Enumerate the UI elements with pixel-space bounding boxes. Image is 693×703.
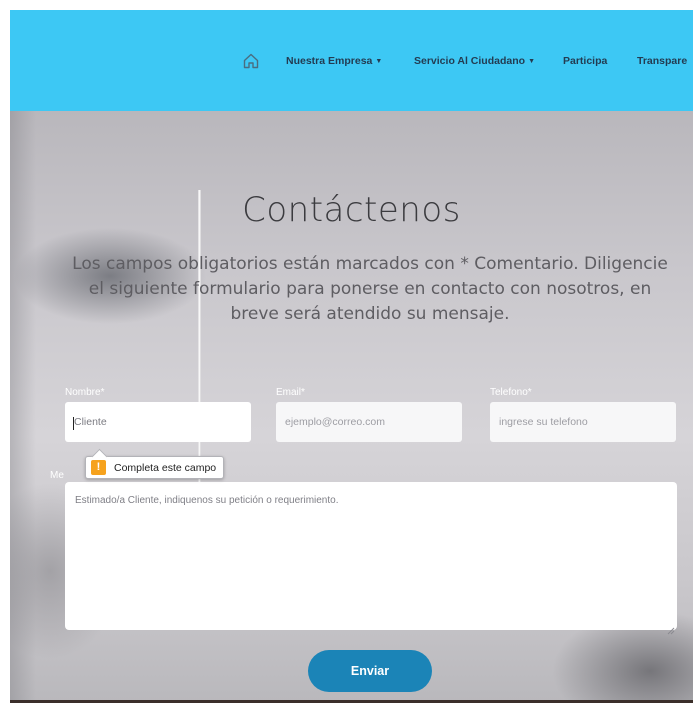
nav-item-transparencia[interactable]: Transpare xyxy=(637,55,687,67)
nav-label: Participa xyxy=(563,55,608,67)
message-label: Me xyxy=(50,470,64,481)
email-input[interactable] xyxy=(276,402,462,442)
home-icon[interactable] xyxy=(242,52,260,70)
page-title: Contáctenos xyxy=(242,190,461,230)
resize-grip-icon[interactable] xyxy=(667,620,675,635)
page-frame: Nuestra Empresa ▼ Servicio Al Ciudadano ▼ … xyxy=(10,10,693,703)
top-navbar: Nuestra Empresa ▼ Servicio Al Ciudadano ▼ … xyxy=(10,10,693,111)
text-cursor xyxy=(73,417,74,430)
phone-label: Telefono* xyxy=(490,387,532,398)
nav-item-participa[interactable]: Participa xyxy=(563,55,607,67)
chevron-down-icon: ▼ xyxy=(375,58,383,65)
nav-label: Transpare xyxy=(637,55,688,67)
validation-message: Completa este campo xyxy=(114,461,217,474)
page-subtitle: Los campos obligatorios están marcados c… xyxy=(72,254,668,324)
nav-label: Nuestra Empresa xyxy=(286,55,373,67)
submit-button[interactable]: Enviar xyxy=(308,650,432,692)
name-input[interactable] xyxy=(65,402,251,442)
message-textarea[interactable] xyxy=(65,482,677,630)
warning-icon: ! xyxy=(91,460,106,475)
email-label: Email* xyxy=(276,387,305,398)
nav-item-nuestra-empresa[interactable]: Nuestra Empresa ▼ xyxy=(286,55,382,67)
phone-input[interactable] xyxy=(490,402,676,442)
chevron-down-icon: ▼ xyxy=(528,58,535,65)
name-label: Nombre* xyxy=(65,387,105,398)
nav-item-servicio-al-ciudadano[interactable]: Servicio Al Ciudadano ▼ xyxy=(414,55,535,67)
validation-tooltip: ! Completa este campo xyxy=(85,456,225,479)
nav-label: Servicio Al Ciudadano xyxy=(414,55,526,67)
